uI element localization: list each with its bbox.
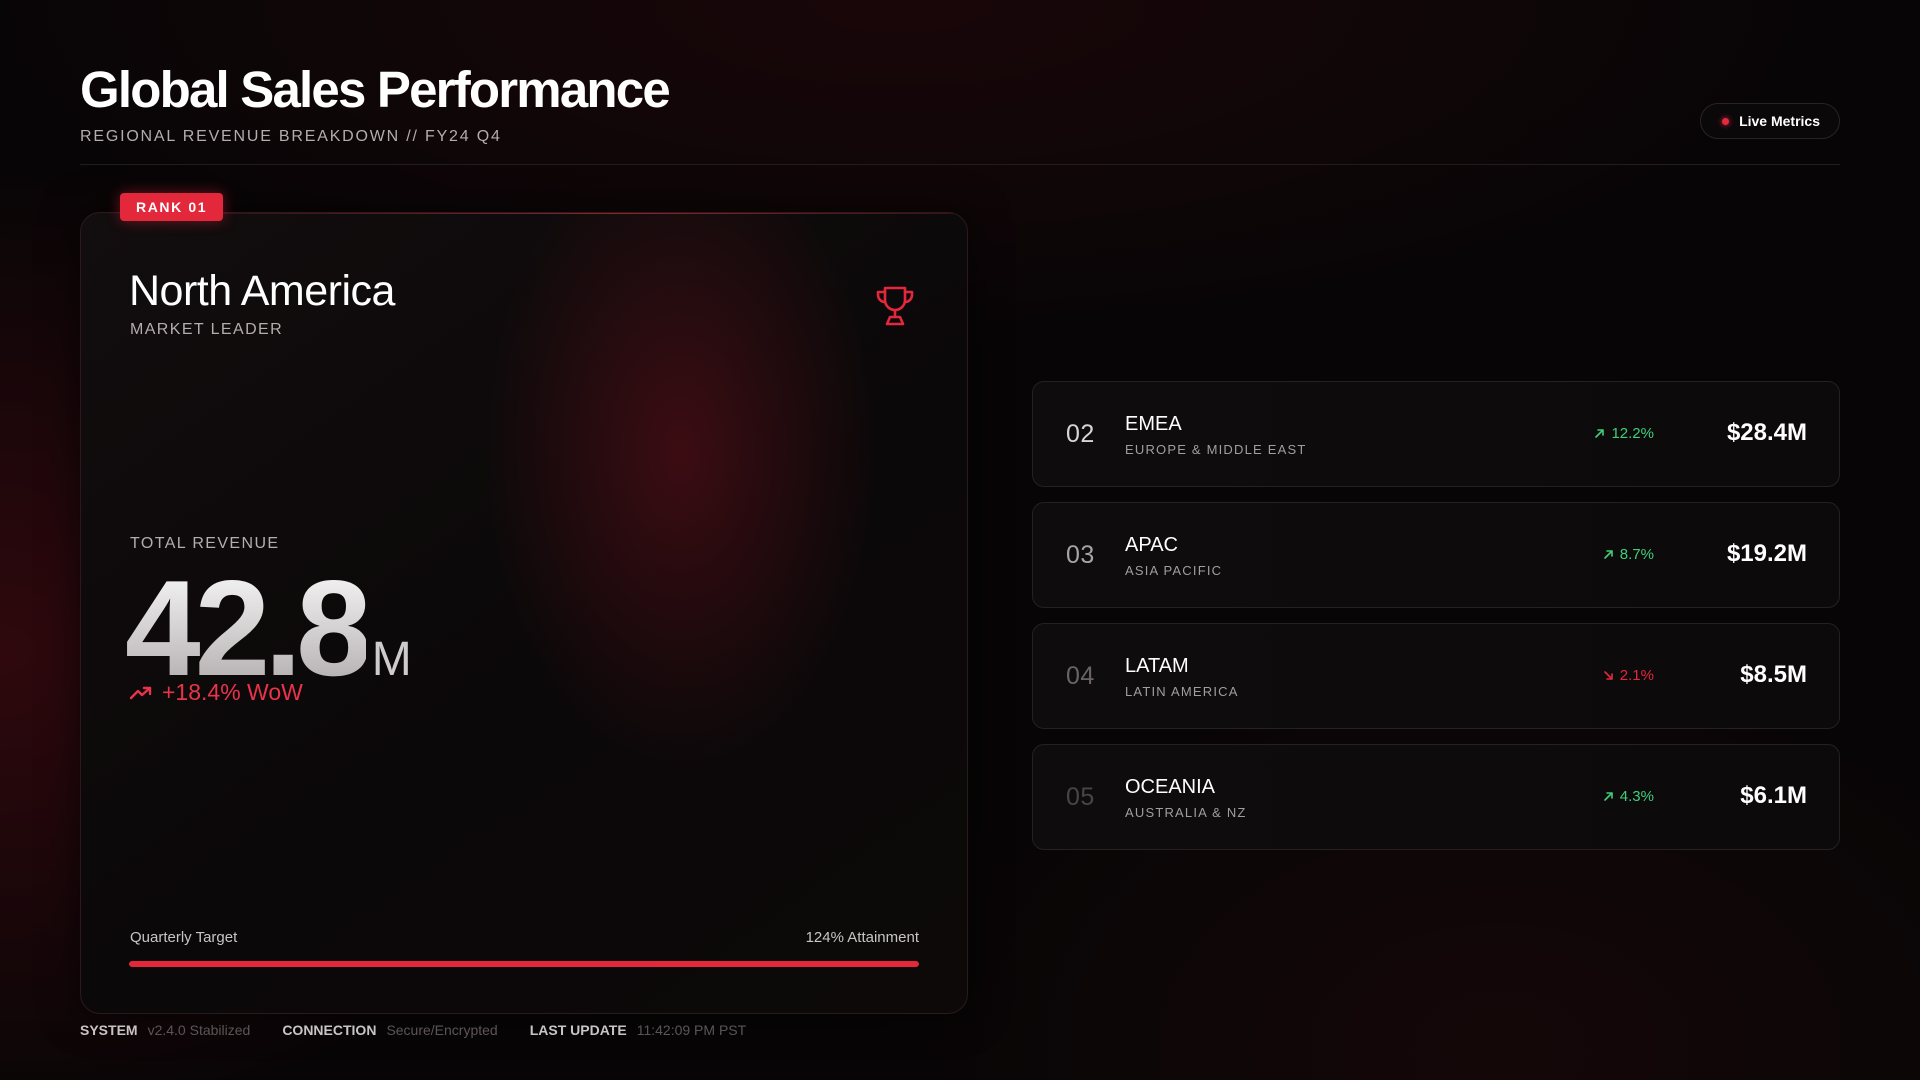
footer-system-key: SYSTEM (80, 1022, 138, 1038)
wow-change-value: +18.4% WoW (162, 679, 303, 705)
region-subtitle: LATIN AMERICA (1125, 684, 1239, 699)
hero-region-tag: MARKET LEADER (130, 321, 284, 338)
status-footer: SYSTEM v2.4.0 Stabilized CONNECTION Secu… (80, 1022, 746, 1038)
region-list: 02 EMEA EUROPE & MIDDLE EAST 12.2% $28.4M 03 A… (1032, 381, 1840, 865)
dashboard-page: Global Sales Performance REGIONAL REVENU… (0, 0, 1920, 1080)
page-header: Global Sales Performance REGIONAL REVENU… (80, 60, 671, 146)
page-subtitle: REGIONAL REVENUE BREAKDOWN // FY24 Q4 (80, 128, 502, 145)
region-row-apac[interactable]: 03 APAC ASIA PACIFIC 8.7% $19.2M (1032, 502, 1840, 608)
quarterly-target-label: Quarterly Target (130, 929, 238, 946)
footer-update-value: 11:42:09 PM PST (636, 1022, 747, 1038)
arrow-down-right-icon (1603, 671, 1613, 680)
hero-region-card[interactable]: North America MARKET LEADER TOTAL REVENU… (80, 212, 968, 1014)
region-rank: 04 (1066, 662, 1095, 690)
header-divider (80, 164, 1840, 165)
region-revenue: $19.2M (1726, 540, 1807, 567)
region-row-latam[interactable]: 04 LATAM LATIN AMERICA 2.1% $8.5M (1032, 623, 1840, 729)
region-name: EMEA (1125, 413, 1182, 435)
footer-system-value: v2.4.0 Stabilized (147, 1022, 251, 1038)
region-delta-value: 4.3% (1619, 788, 1654, 805)
region-rank: 02 (1066, 420, 1095, 448)
rank-badge: RANK 01 (120, 193, 224, 221)
arrow-up-right-icon (1603, 550, 1613, 559)
region-revenue: $28.4M (1726, 419, 1807, 446)
live-dot-icon (1722, 117, 1730, 125)
footer-update-key: LAST UPDATE (529, 1022, 627, 1038)
arrow-up-right-icon (1603, 792, 1613, 801)
region-delta: 12.2% (1594, 425, 1654, 442)
trend-up-icon (129, 686, 152, 699)
trophy-icon (876, 286, 914, 326)
hero-region-name: North America (129, 267, 395, 315)
region-delta-value: 8.7% (1619, 546, 1654, 563)
wow-change: +18.4% WoW (129, 679, 303, 706)
live-metrics-label: Live Metrics (1739, 113, 1820, 129)
live-metrics-button[interactable]: Live Metrics (1700, 103, 1840, 139)
region-delta-value: 12.2% (1611, 425, 1654, 442)
region-row-emea[interactable]: 02 EMEA EUROPE & MIDDLE EAST 12.2% $28.4M (1032, 381, 1840, 487)
footer-last-update: LAST UPDATE 11:42:09 PM PST (530, 1022, 746, 1038)
region-rank: 05 (1066, 783, 1095, 811)
footer-system: SYSTEM v2.4.0 Stabilized (80, 1022, 250, 1038)
target-progress-fill (129, 961, 919, 967)
region-subtitle: ASIA PACIFIC (1125, 563, 1223, 578)
region-delta: 2.1% (1603, 667, 1654, 684)
region-name: LATAM (1125, 655, 1189, 677)
footer-connection-key: CONNECTION (282, 1022, 377, 1038)
region-revenue: $8.5M (1740, 661, 1807, 688)
attainment-label: 124% Attainment (805, 929, 919, 946)
target-progress-bar (129, 961, 919, 967)
footer-connection-value: Secure/Encrypted (386, 1022, 498, 1038)
revenue-unit: M (371, 633, 412, 686)
region-rank: 03 (1066, 541, 1095, 569)
revenue-label: TOTAL REVENUE (130, 535, 280, 552)
region-subtitle: AUSTRALIA & NZ (1125, 805, 1247, 820)
region-name: APAC (1125, 534, 1178, 556)
region-subtitle: EUROPE & MIDDLE EAST (1125, 442, 1307, 457)
region-revenue: $6.1M (1740, 782, 1807, 809)
page-title: Global Sales Performance (80, 61, 671, 118)
region-row-oceania[interactable]: 05 OCEANIA AUSTRALIA & NZ 4.3% $6.1M (1032, 744, 1840, 850)
region-delta: 4.3% (1603, 788, 1654, 805)
region-name: OCEANIA (1125, 776, 1216, 798)
footer-connection: CONNECTION Secure/Encrypted (282, 1022, 497, 1038)
arrow-up-right-icon (1595, 429, 1605, 438)
region-delta: 8.7% (1603, 546, 1654, 563)
region-delta-value: 2.1% (1619, 667, 1654, 684)
